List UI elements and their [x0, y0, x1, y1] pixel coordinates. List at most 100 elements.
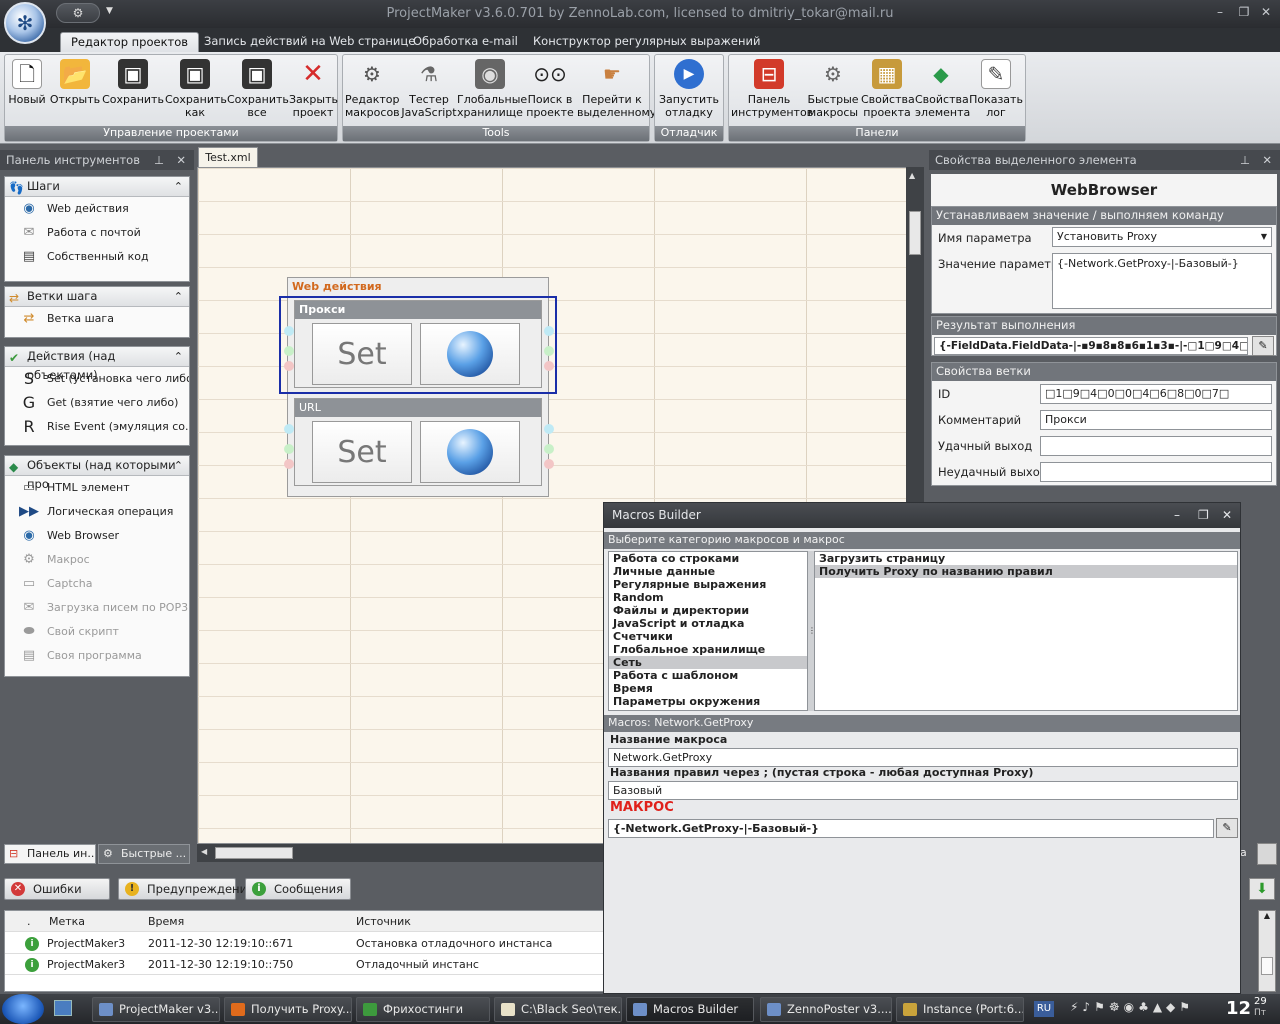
qat-dropdown-icon[interactable]: ▼	[106, 6, 113, 16]
list-item[interactable]: Регулярные выражения	[609, 578, 807, 591]
list-item[interactable]: Личные данные	[609, 565, 807, 578]
table-row[interactable]: i ProjectMaker3 2011-12-30 12:19:10::671…	[5, 933, 603, 954]
tab-project-editor[interactable]: Редактор проектов	[60, 32, 200, 52]
connector-dot[interactable]	[544, 346, 554, 356]
category-list[interactable]: Работа со строками Личные данные Регуляр…	[608, 551, 808, 711]
tab-quick-macros[interactable]: ⚙ Быстрые ...	[98, 844, 190, 864]
scroll-to-end-icon[interactable]: ⬇	[1249, 878, 1275, 900]
document-tab[interactable]: Test.xml	[198, 147, 258, 167]
element-properties-button[interactable]: ◆ Свойства элемента	[915, 59, 970, 120]
log-vertical-scrollbar[interactable]: ▲	[1258, 910, 1276, 992]
web-browser-globe-icon[interactable]	[420, 421, 520, 483]
list-item[interactable]: Счетчики	[609, 630, 807, 643]
macro-name-field[interactable]: Network.GetProxy	[608, 748, 1238, 767]
quick-access-button[interactable]: ⚙	[56, 3, 100, 23]
close-icon[interactable]: ✕	[1258, 5, 1274, 19]
taskbar-item[interactable]: ZennoPoster v3....	[760, 997, 892, 1022]
errors-button[interactable]: ✕ Ошибки	[4, 878, 110, 900]
column-header[interactable]: Время	[148, 911, 184, 932]
panel-scroll-button[interactable]	[1257, 843, 1277, 865]
connector-dot[interactable]	[544, 444, 554, 454]
connector-dot[interactable]	[284, 326, 294, 336]
connector-dot[interactable]	[284, 424, 294, 434]
list-item-selected[interactable]: Получить Proxy по названию правил	[815, 565, 1237, 578]
close-icon[interactable]: ✕	[176, 150, 186, 170]
scroll-thumb[interactable]	[1261, 957, 1273, 975]
connector-dot[interactable]	[544, 424, 554, 434]
comment-field[interactable]: Прокси	[1040, 410, 1272, 430]
list-item[interactable]: Работа с шаблоном	[609, 669, 807, 682]
close-icon[interactable]: ✕	[1222, 503, 1232, 528]
collapse-icon[interactable]: ⌃	[174, 456, 183, 475]
item-own-code[interactable]: ▤ Собственный код	[5, 245, 189, 269]
url-sub-block[interactable]: URL Set	[294, 398, 542, 486]
minimize-icon[interactable]: –	[1212, 5, 1228, 19]
taskbar-item[interactable]: Instance (Port:6...	[896, 997, 1024, 1022]
tab-toolbox[interactable]: ⊟ Панель ин...	[4, 844, 96, 864]
item-set[interactable]: S Set (установка чего либо)	[5, 367, 189, 391]
item-logic[interactable]: ▶▶ Логическая операция	[5, 500, 189, 524]
restore-icon[interactable]: ❐	[1236, 5, 1252, 19]
minimize-icon[interactable]: –	[1174, 503, 1180, 528]
param-name-select[interactable]: Установить Proxy ▼	[1052, 227, 1272, 247]
item-branch[interactable]: ⇄ Ветка шага	[5, 307, 189, 331]
id-field[interactable]: □1□9□4□0□0□4□6□8□0□7□	[1040, 384, 1272, 404]
success-exit-field[interactable]	[1040, 436, 1272, 456]
messages-button[interactable]: i Сообщения	[245, 878, 351, 900]
connector-dot[interactable]	[284, 361, 294, 371]
scroll-thumb[interactable]	[215, 847, 293, 859]
taskbar-item[interactable]: C:\Black Seo\тек...	[494, 997, 622, 1022]
tab-email-processing[interactable]: Обработка e-mail	[403, 32, 528, 52]
js-tester-button[interactable]: ⚗ Тестер JavaScript	[401, 59, 457, 120]
tab-regex-builder[interactable]: Конструктор регулярных выражений	[523, 32, 770, 52]
show-desktop-icon[interactable]	[54, 1000, 72, 1016]
taskbar-item[interactable]: Получить Proxy...	[224, 997, 352, 1022]
maximize-icon[interactable]: ❐	[1198, 503, 1209, 528]
list-item[interactable]: JavaScript и отладка	[609, 617, 807, 630]
column-header[interactable]: Источник	[356, 911, 411, 932]
taskbar-item-active[interactable]: Macros Builder	[626, 997, 754, 1022]
connector-dot[interactable]	[544, 326, 554, 336]
toolbox-panel-button[interactable]: ⊟ Панель инструментов	[731, 59, 813, 119]
connector-dot[interactable]	[284, 346, 294, 356]
list-item[interactable]: Загрузить страницу	[815, 552, 1237, 565]
save-all-button[interactable]: ▣ Сохранить все	[227, 59, 289, 119]
go-to-selected-button[interactable]: ☛ Перейти к выделенному	[577, 59, 656, 120]
show-log-button[interactable]: ✎ Показать лог	[969, 59, 1023, 119]
macro-editor-button[interactable]: ⚙ Редактор макросов	[345, 59, 400, 120]
macro-result-field[interactable]: {-Network.GetProxy-|-Базовый-}	[608, 819, 1214, 838]
quick-macros-button[interactable]: ⚙ Быстрые макросы	[807, 59, 859, 120]
item-web-actions[interactable]: ◉ Web действия	[5, 197, 189, 221]
connector-dot[interactable]	[284, 459, 294, 469]
open-button[interactable]: 📂 Открыть	[49, 59, 101, 106]
list-item[interactable]: Работа со строками	[609, 552, 807, 565]
collapse-icon[interactable]: ⌃	[174, 347, 183, 366]
column-header[interactable]: .	[27, 911, 31, 932]
list-item[interactable]: Параметры окружения	[609, 695, 807, 708]
taskbar-item[interactable]: Фрихостинги	[356, 997, 490, 1022]
close-project-button[interactable]: ✕ Закрыть проект	[289, 59, 338, 120]
tray-icons[interactable]: ⚡♪⚑☸◉♣▲◆⚑	[1070, 1000, 1216, 1018]
project-properties-button[interactable]: ▦ Свойства проекта	[861, 59, 915, 119]
list-item-selected[interactable]: Сеть	[609, 656, 807, 669]
new-button[interactable]: 🗋 Новый	[7, 59, 47, 106]
edit-pencil-icon[interactable]: ✎	[1216, 818, 1238, 838]
language-indicator[interactable]: RU	[1034, 1001, 1054, 1017]
set-action-box[interactable]: Set	[312, 421, 412, 483]
list-item[interactable]: Время	[609, 682, 807, 695]
scroll-left-icon[interactable]: ◀	[201, 847, 207, 856]
scroll-up-icon[interactable]: ▲	[1259, 911, 1275, 920]
macro-list[interactable]: Загрузить страницу Получить Proxy по наз…	[814, 551, 1238, 711]
tab-web-recording[interactable]: Запись действий на Web странице	[194, 32, 425, 52]
pin-icon[interactable]: ⊥	[154, 150, 164, 170]
item-web-browser[interactable]: ◉ Web Browser	[5, 524, 189, 548]
search-project-button[interactable]: ⊙⊙ Поиск в проекте	[525, 59, 575, 120]
table-row[interactable]: i ProjectMaker3 2011-12-30 12:19:10::750…	[5, 954, 603, 975]
list-item[interactable]: Глобальное хранилище	[609, 643, 807, 656]
section-header[interactable]: ◆ Объекты (над которыми про ⌃	[5, 456, 189, 491]
save-button[interactable]: ▣ Сохранить	[101, 59, 165, 106]
taskbar-item[interactable]: ProjectMaker v3...	[92, 997, 220, 1022]
start-debug-button[interactable]: ▶ Запустить отладку	[657, 59, 721, 119]
section-header[interactable]: ⇄ Ветки шага ⌃	[5, 287, 189, 307]
scroll-thumb[interactable]	[909, 211, 921, 255]
